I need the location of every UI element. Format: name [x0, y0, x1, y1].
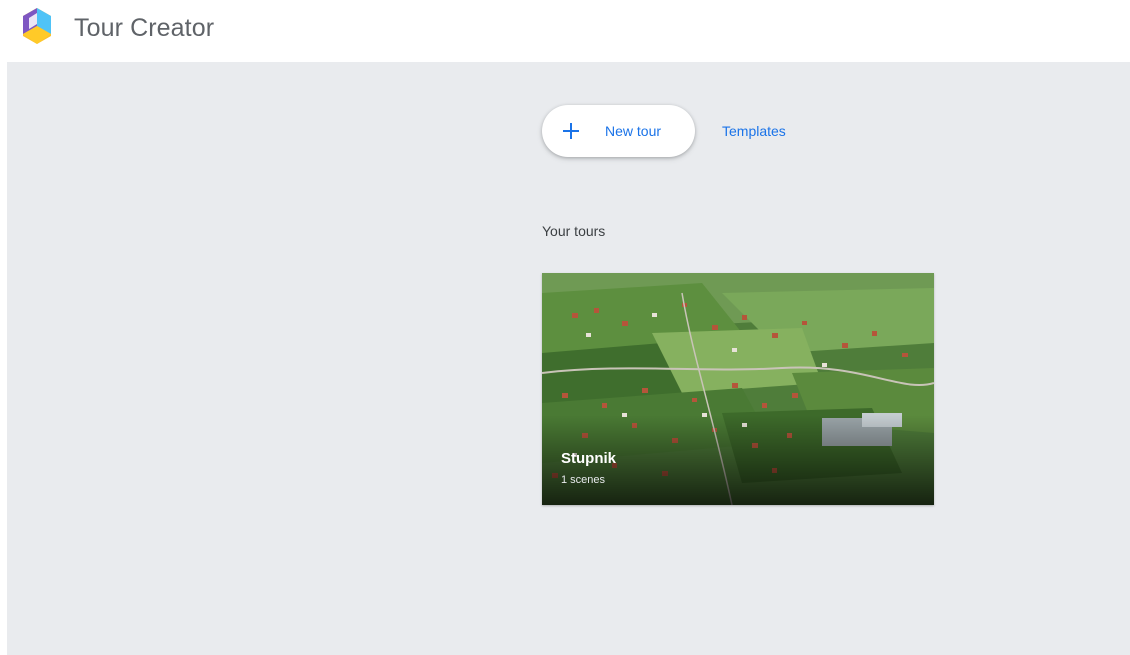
tour-card-stupnik[interactable]: Stupnik 1 scenes: [542, 273, 934, 505]
templates-link[interactable]: Templates: [722, 123, 786, 139]
new-tour-label: New tour: [605, 123, 662, 139]
tour-name: Stupnik: [561, 450, 616, 467]
tour-creator-logo-icon[interactable]: [17, 6, 57, 48]
tour-scene-count: 1 scenes: [561, 474, 606, 486]
app-title: Tour Creator: [74, 14, 215, 42]
new-tour-button[interactable]: New tour: [542, 105, 695, 157]
app-header: Tour Creator: [0, 0, 1130, 62]
your-tours-heading: Your tours: [542, 223, 606, 239]
main-content: New tour Templates Your tours Stupnik 1 …: [7, 62, 1130, 655]
plus-icon: [560, 120, 582, 142]
